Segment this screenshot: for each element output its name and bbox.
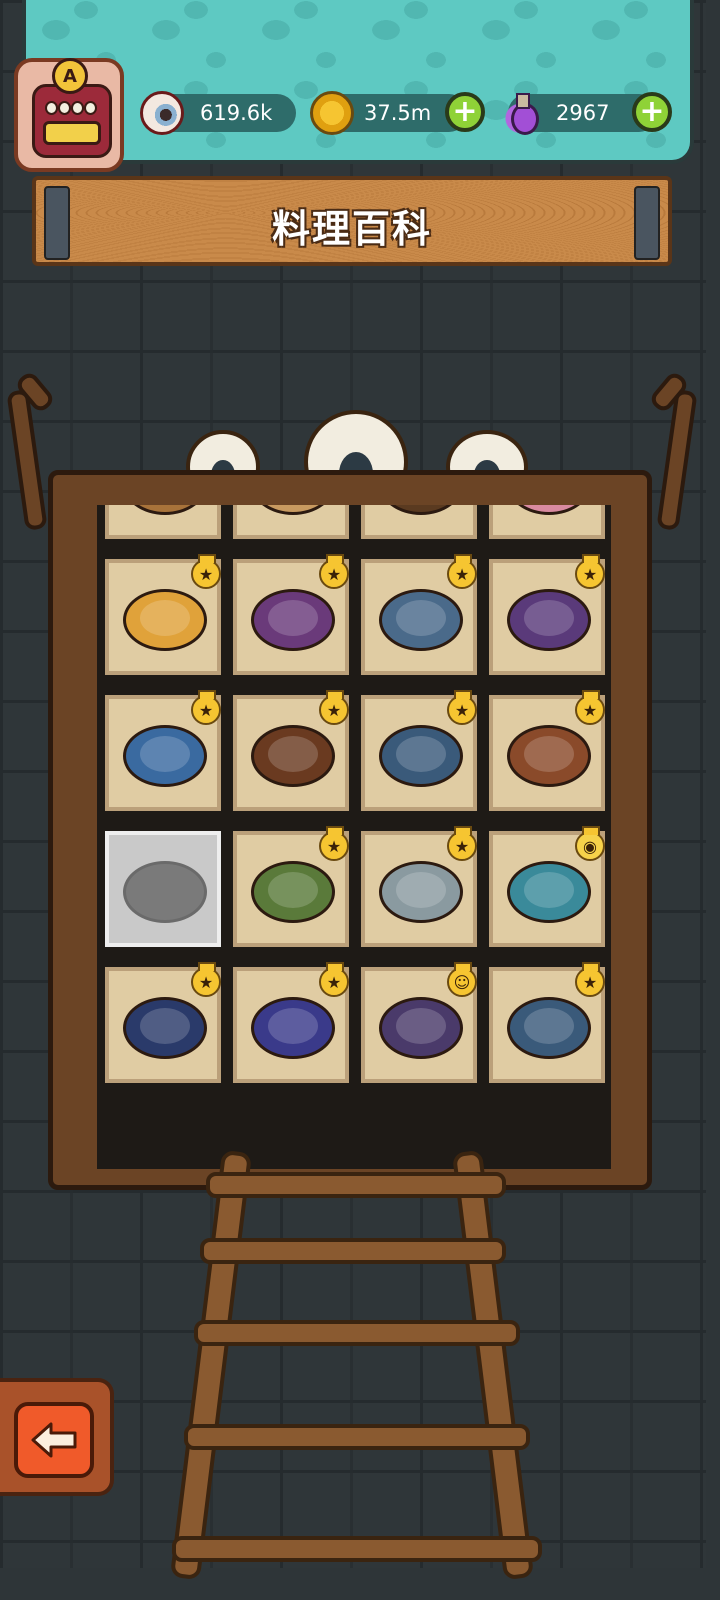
page-title: 料理百科	[271, 207, 432, 251]
ladder-rung	[194, 1320, 520, 1346]
crown-face-icon: ★	[191, 690, 221, 725]
dish-icon	[379, 505, 463, 515]
recipe-tile[interactable]: ★	[489, 962, 605, 1083]
recipe-tile[interactable]: ☺	[361, 962, 477, 1083]
ladder-rung	[172, 1536, 542, 1562]
dish-icon	[507, 997, 591, 1059]
add-potion-button[interactable]: +	[632, 92, 672, 132]
plus-icon: +	[452, 94, 478, 129]
crown-face-icon: ★	[319, 826, 349, 861]
recipe-tile[interactable]	[105, 505, 221, 539]
recipe-tile[interactable]: ◉	[489, 826, 605, 947]
recipe-tile[interactable]: ★	[489, 690, 605, 811]
recipe-tile[interactable]: ★	[233, 554, 349, 675]
recipe-tile[interactable]: ★	[105, 690, 221, 811]
monster-mouth	[43, 121, 101, 145]
dish-icon	[123, 589, 207, 651]
crown-face-icon: ★	[319, 690, 349, 725]
dish-icon	[123, 505, 207, 515]
potion-icon	[498, 91, 542, 135]
recipe-tile[interactable]: ★	[233, 690, 349, 811]
recipe-tile[interactable]: ★	[361, 826, 477, 947]
recipe-tile[interactable]: ★	[489, 554, 605, 675]
rank-badge: A	[52, 58, 88, 94]
dish-icon	[379, 861, 463, 923]
dish-icon	[123, 861, 207, 923]
crown-face-icon: ★	[319, 554, 349, 589]
teal-pattern	[26, 0, 690, 160]
dish-icon	[123, 997, 207, 1059]
title-board: 料理百科	[32, 176, 672, 266]
crown-face-icon: ★	[319, 962, 349, 997]
crown-face-icon: ◉	[575, 826, 605, 861]
crown-face-icon: ★	[575, 690, 605, 725]
dish-icon	[251, 725, 335, 787]
crown-face-icon: ★	[575, 554, 605, 589]
recipe-tile[interactable]	[489, 505, 605, 539]
recipe-tile[interactable]: ★	[105, 962, 221, 1083]
dish-icon	[379, 725, 463, 787]
coin-count: 37.5m	[364, 101, 432, 125]
monster-face-icon	[32, 84, 112, 158]
plus-icon: +	[639, 94, 665, 129]
ladder-rung	[200, 1238, 506, 1264]
dish-icon	[251, 589, 335, 651]
back-button[interactable]	[14, 1402, 94, 1478]
coin-icon	[310, 91, 354, 135]
dish-icon	[251, 505, 335, 515]
crown-face-icon: ★	[191, 554, 221, 589]
recipe-tile[interactable]: ★	[361, 554, 477, 675]
dish-icon	[507, 505, 591, 515]
dish-icon	[251, 997, 335, 1059]
potion-count: 2967	[556, 101, 610, 125]
crown-face-icon: ★	[191, 962, 221, 997]
dish-icon	[507, 725, 591, 787]
crown-face-icon: ★	[447, 554, 477, 589]
dish-icon	[123, 725, 207, 787]
recipe-tile-locked[interactable]	[105, 831, 221, 947]
dish-icon	[507, 861, 591, 923]
eyeball-icon	[140, 91, 184, 135]
recipe-tile[interactable]: ★	[233, 826, 349, 947]
dish-icon	[507, 589, 591, 651]
add-coins-button[interactable]: +	[445, 92, 485, 132]
dish-icon	[379, 997, 463, 1059]
crown-face-icon: ★	[575, 962, 605, 997]
dish-icon	[379, 589, 463, 651]
player-avatar[interactable]: A	[14, 58, 124, 172]
recipe-frame: ★ ★ ★ ★ ★ ★ ★ ★ ★ ★ ◉ ★ ★ ☺ ★	[48, 470, 652, 1190]
arrow-left-icon	[31, 1422, 77, 1458]
recipe-scroll-area[interactable]: ★ ★ ★ ★ ★ ★ ★ ★ ★ ★ ◉ ★ ★ ☺ ★	[97, 505, 611, 1169]
recipe-tile[interactable]: ★	[361, 690, 477, 811]
crown-face-icon: ☺	[447, 962, 477, 997]
back-button-panel	[0, 1378, 114, 1496]
recipe-tile[interactable]: ★	[233, 962, 349, 1083]
recipe-tile[interactable]	[361, 505, 477, 539]
ladder-rung	[184, 1424, 530, 1450]
ladder-rung	[206, 1172, 506, 1198]
recipe-tile[interactable]: ★	[105, 554, 221, 675]
eyeball-count: 619.6k	[200, 101, 273, 125]
monster-eyes	[45, 101, 97, 115]
recipe-grid: ★ ★ ★ ★ ★ ★ ★ ★ ★ ★ ◉ ★ ★ ☺ ★	[105, 505, 605, 1083]
dish-icon	[251, 861, 335, 923]
recipe-tile[interactable]	[233, 505, 349, 539]
crown-face-icon: ★	[447, 826, 477, 861]
crown-face-icon: ★	[447, 690, 477, 725]
